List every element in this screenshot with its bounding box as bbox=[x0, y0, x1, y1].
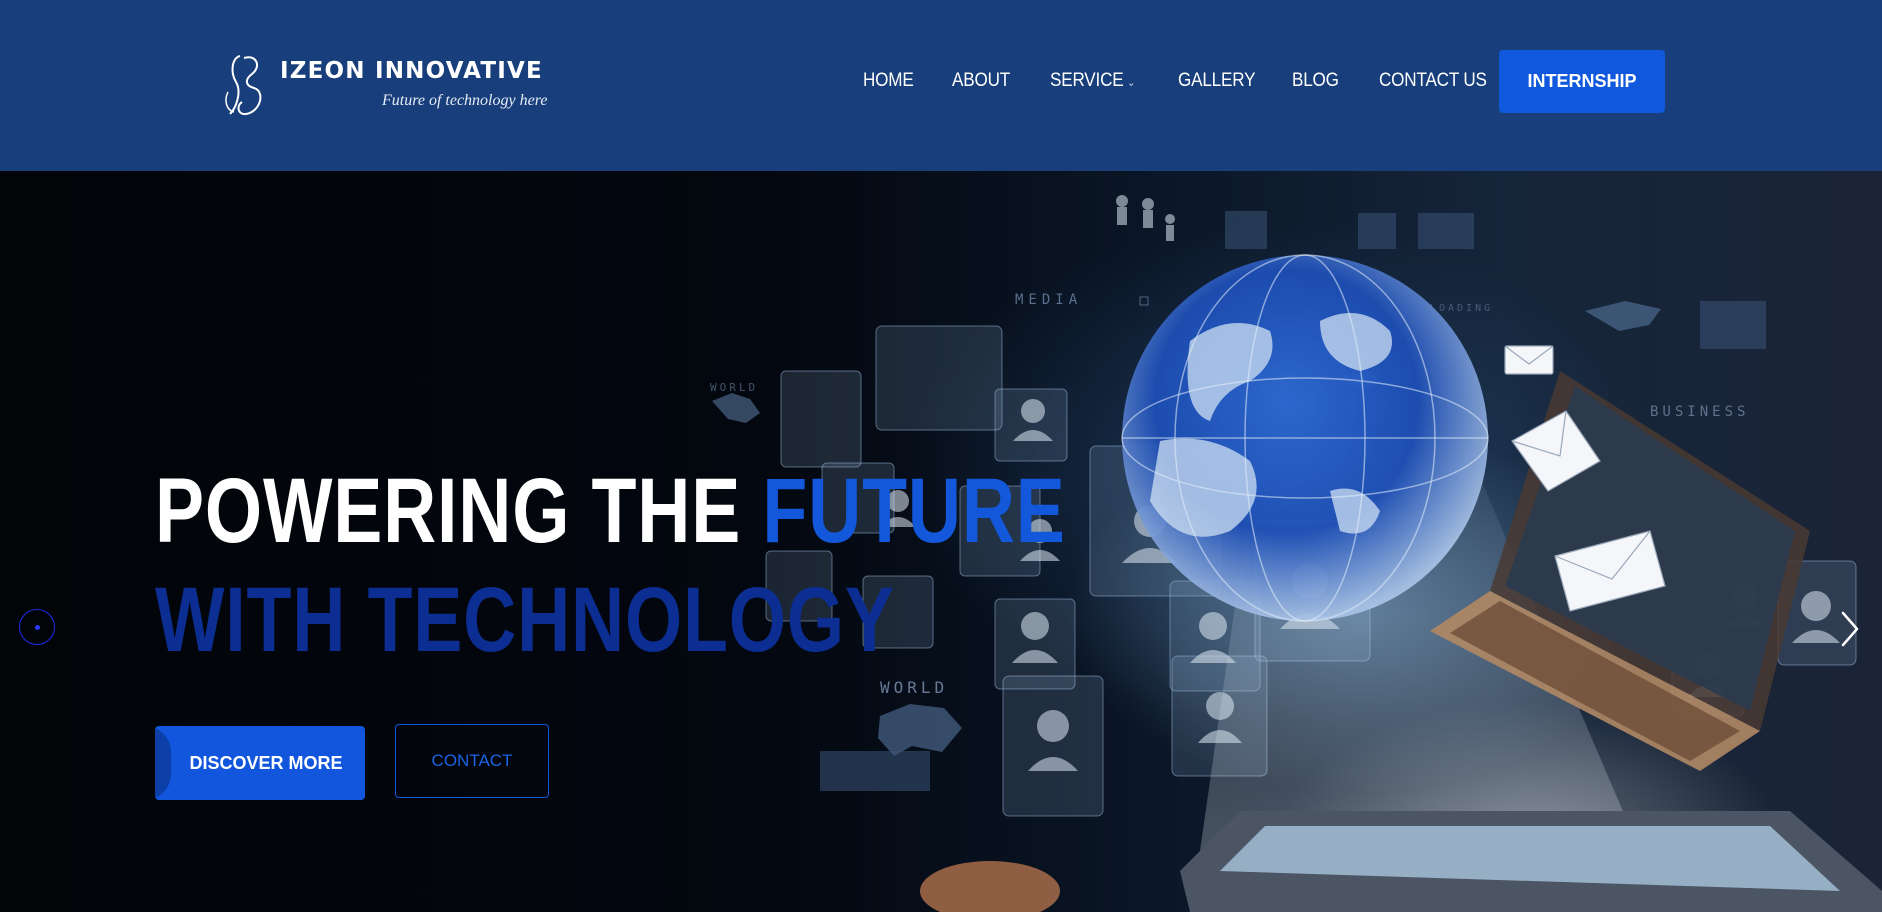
chevron-down-icon: ⌄ bbox=[1127, 77, 1136, 89]
hero-headline-line2: WITH TECHNOLOGY bbox=[155, 569, 895, 671]
nav-blog[interactable]: BLOG bbox=[1292, 70, 1339, 92]
internship-button[interactable]: INTERNSHIP bbox=[1499, 50, 1665, 113]
button-notch bbox=[155, 726, 171, 800]
carousel-prev-dot bbox=[34, 624, 40, 630]
discover-more-button[interactable]: DISCOVER MORE bbox=[155, 726, 365, 800]
nav-contact-us[interactable]: CONTACT US bbox=[1379, 70, 1487, 92]
hero-headline-line1: POWERING THE FUTURE bbox=[155, 465, 1066, 557]
art-label-business: BUSINESS bbox=[1650, 404, 1749, 420]
art-label-world-small: WORLD bbox=[710, 381, 758, 394]
carousel-prev-icon[interactable] bbox=[19, 609, 55, 645]
tablet-icon bbox=[920, 811, 1882, 912]
contact-button[interactable]: CONTACT bbox=[395, 724, 549, 798]
art-labels bbox=[1139, 296, 1149, 306]
nav-about[interactable]: ABOUT bbox=[952, 70, 1010, 92]
nav-service[interactable]: SERVICE ⌄ bbox=[1050, 70, 1135, 92]
logo-mark-icon bbox=[225, 55, 262, 116]
hero-headline-part1: POWERING THE bbox=[155, 460, 763, 562]
art-label-media: MEDIA bbox=[1015, 292, 1082, 308]
chevron-right-icon[interactable] bbox=[1840, 610, 1860, 648]
discover-more-label: DISCOVER MORE bbox=[189, 752, 343, 773]
logo-name: IZEON INNOVATIVE bbox=[280, 58, 543, 84]
art-label-world: WORLD bbox=[880, 678, 948, 697]
nav-gallery[interactable]: GALLERY bbox=[1178, 70, 1256, 92]
hero-headline-accent: FUTURE bbox=[762, 460, 1066, 562]
nav-home[interactable]: HOME bbox=[863, 70, 914, 92]
site-header: IZEON INNOVATIVE Future of technology he… bbox=[0, 0, 1882, 171]
site-logo[interactable]: IZEON INNOVATIVE Future of technology he… bbox=[222, 52, 547, 122]
logo-tagline: Future of technology here bbox=[382, 92, 548, 109]
art-label-loading: LOADING bbox=[1430, 303, 1493, 314]
nav-service-label: SERVICE bbox=[1050, 70, 1124, 91]
globe-icon bbox=[1121, 254, 1489, 622]
hero-slider: MEDIA LOADING BUSINESS WORLD WORLD POWER… bbox=[0, 171, 1882, 912]
